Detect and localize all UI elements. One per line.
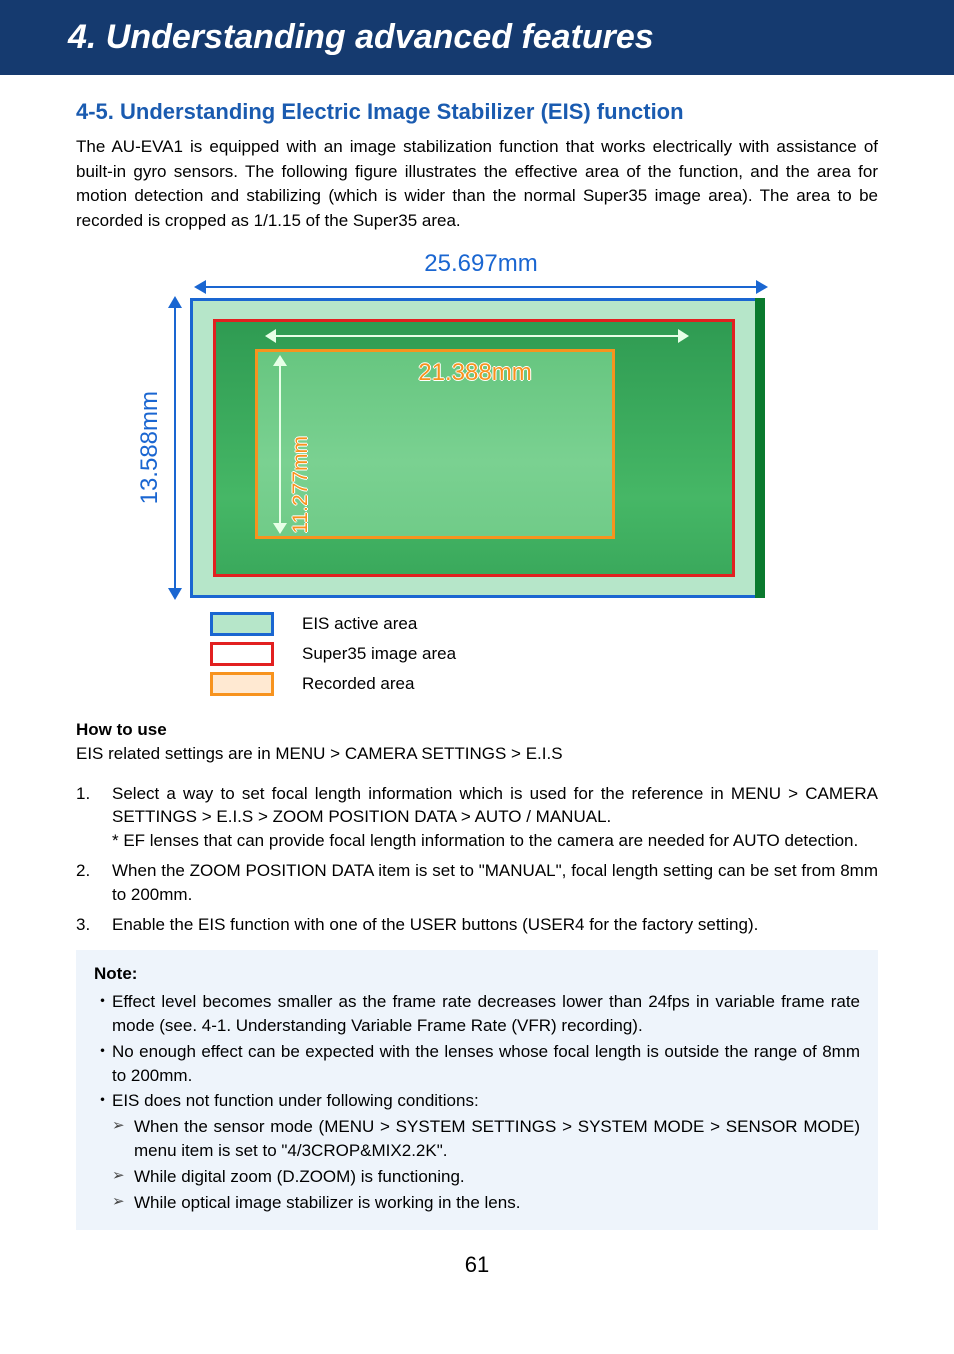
outer-width-arrow: [196, 280, 766, 294]
step-3: Enable the EIS function with one of the …: [76, 913, 878, 937]
howto-lead: EIS related settings are in MENU > CAMER…: [76, 744, 878, 764]
step-1-sub: * EF lenses that can provide focal lengt…: [112, 829, 878, 853]
chapter-banner: 4. Understanding advanced features: [0, 0, 954, 75]
page-number: 61: [76, 1252, 878, 1278]
recorded-height-label: 11.277mm: [289, 436, 313, 534]
legend-super35-label: Super35 image area: [302, 644, 456, 664]
swatch-eis-active: [210, 612, 274, 636]
legend-row-super35: Super35 image area: [210, 642, 878, 666]
document-page: 4. Understanding advanced features 4-5. …: [0, 0, 954, 1298]
outer-height-arrow: [168, 298, 182, 598]
howto-steps: Select a way to set focal length informa…: [76, 782, 878, 937]
legend-eis-label: EIS active area: [302, 614, 417, 634]
legend-row-recorded: Recorded area: [210, 672, 878, 696]
recorded-height-arrow: [273, 357, 287, 532]
recorded-width-label: 21.388mm: [418, 359, 531, 387]
swatch-recorded: [210, 672, 274, 696]
note-item-2: No enough effect can be expected with th…: [94, 1040, 860, 1088]
note-box: Note: Effect level becomes smaller as th…: [76, 950, 878, 1230]
content-area: 4-5. Understanding Electric Image Stabil…: [0, 75, 954, 1278]
note-sublist: When the sensor mode (MENU > SYSTEM SETT…: [112, 1115, 860, 1214]
step-2-text: When the ZOOM POSITION DATA item is set …: [112, 861, 878, 904]
note-item-3: EIS does not function under following co…: [94, 1089, 860, 1214]
figure-legend: EIS active area Super35 image area Recor…: [210, 612, 878, 696]
swatch-super35: [210, 642, 274, 666]
note-sub-2: While digital zoom (D.ZOOM) is functioni…: [112, 1165, 860, 1189]
eis-figure: 25.697mm 13.588mm 21.388mm 11.277mm: [76, 250, 878, 598]
intro-paragraph: The AU-EVA1 is equipped with an image st…: [76, 135, 878, 234]
outer-width-label: 25.697mm: [196, 250, 766, 278]
note-title: Note:: [94, 962, 860, 986]
note-list: Effect level becomes smaller as the fram…: [94, 990, 860, 1214]
legend-recorded-label: Recorded area: [302, 674, 414, 694]
note-item-3-text: EIS does not function under following co…: [112, 1091, 479, 1110]
recorded-width-arrow: [267, 329, 687, 343]
step-2: When the ZOOM POSITION DATA item is set …: [76, 859, 878, 907]
note-item-1: Effect level becomes smaller as the fram…: [94, 990, 860, 1038]
step-3-text: Enable the EIS function with one of the …: [112, 915, 758, 934]
step-1: Select a way to set focal length informa…: [76, 782, 878, 853]
note-sub-3: While optical image stabilizer is workin…: [112, 1191, 860, 1215]
section-title: 4-5. Understanding Electric Image Stabil…: [76, 99, 878, 125]
diagram-edge-strip: [755, 298, 765, 598]
howto-heading: How to use: [76, 720, 878, 740]
legend-row-eis: EIS active area: [210, 612, 878, 636]
chapter-title: 4. Understanding advanced features: [68, 18, 654, 56]
outer-height-block: 13.588mm: [136, 298, 182, 598]
note-sub-1: When the sensor mode (MENU > SYSTEM SETT…: [112, 1115, 860, 1163]
step-1-text: Select a way to set focal length informa…: [112, 784, 878, 827]
sensor-diagram: 21.388mm 11.277mm: [190, 298, 760, 598]
outer-height-label: 13.588mm: [136, 391, 164, 504]
